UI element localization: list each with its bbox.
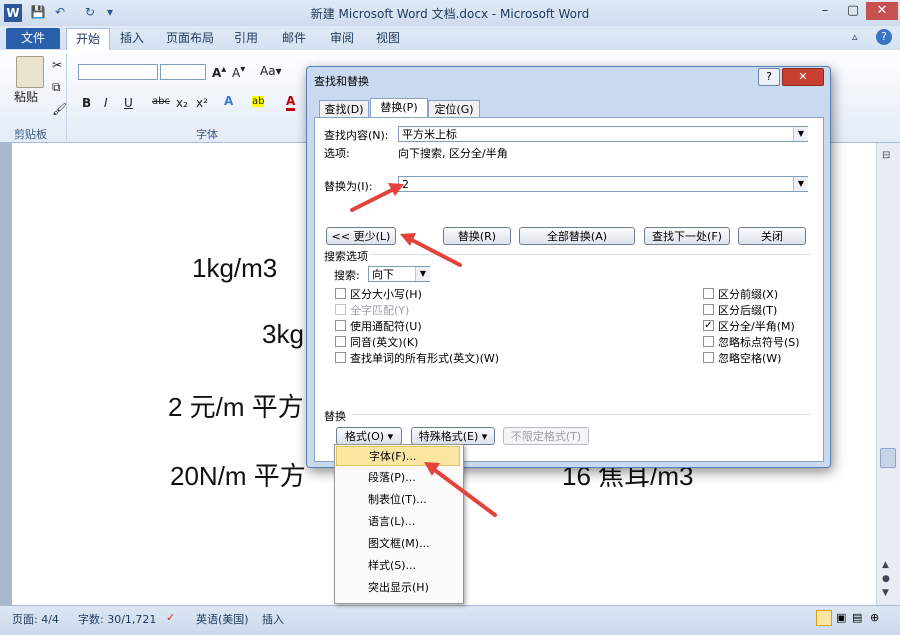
arrow-to-font-menu-item [424, 462, 497, 517]
annotation-arrows [350, 183, 497, 517]
arrow-to-replace-input [350, 183, 404, 212]
arrow-to-less-button [400, 233, 462, 267]
